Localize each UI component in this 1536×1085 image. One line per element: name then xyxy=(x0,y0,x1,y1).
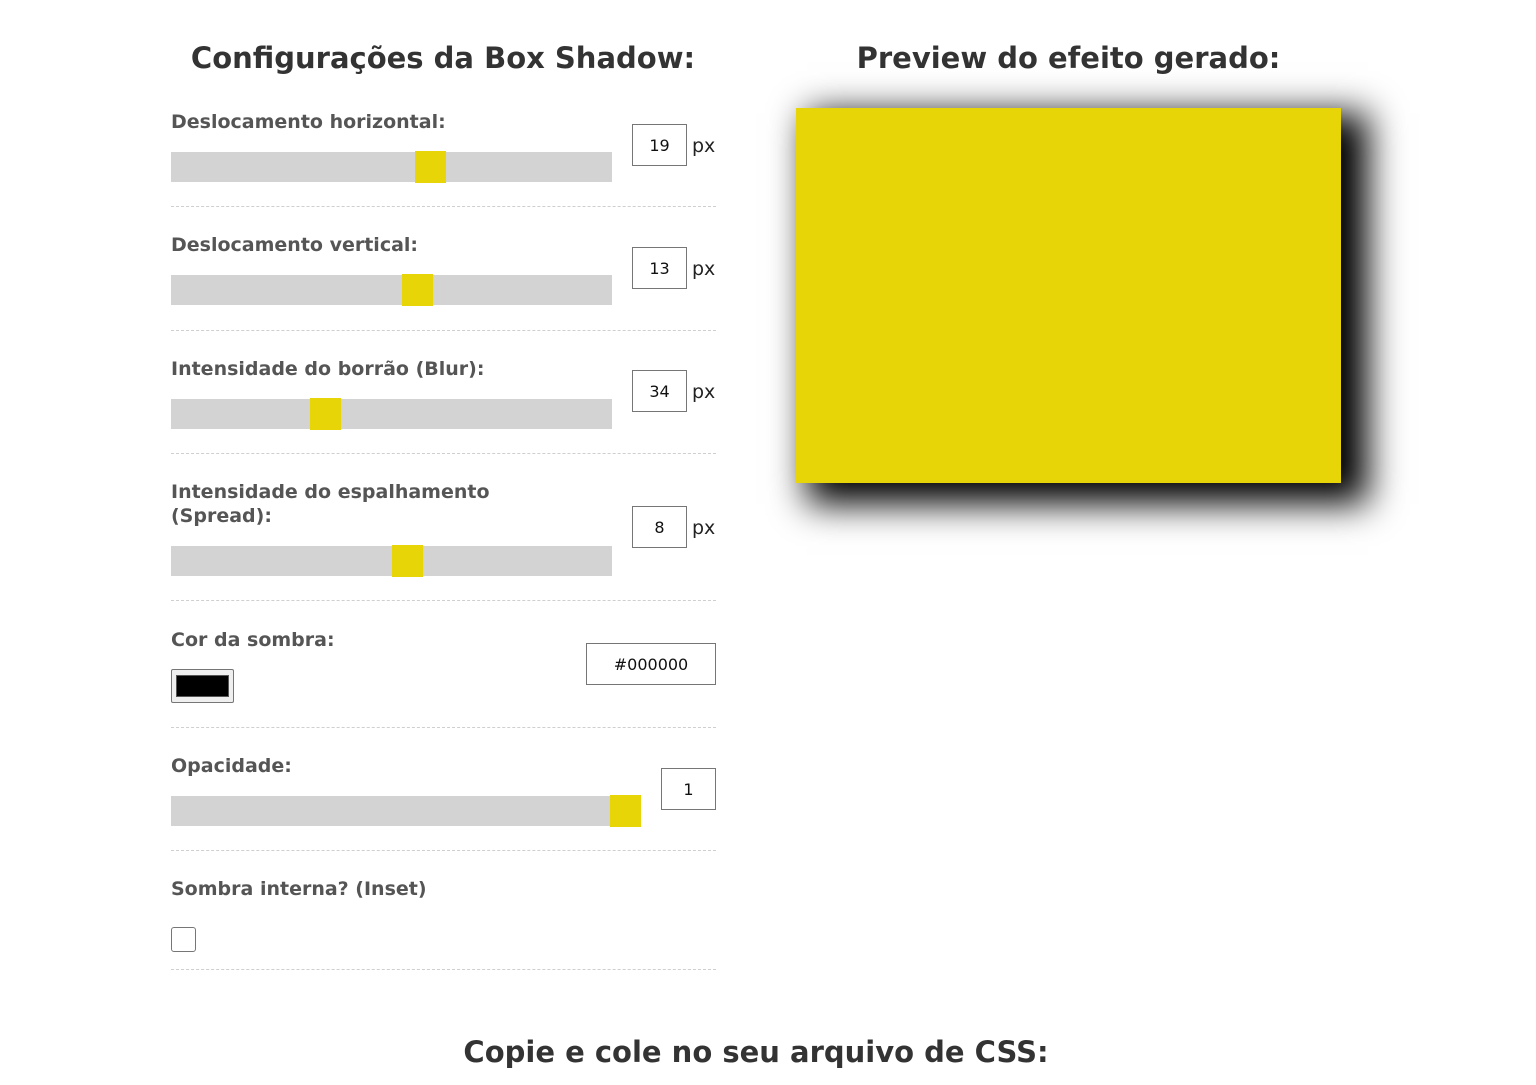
blur-slider[interactable] xyxy=(171,398,612,430)
vertical-offset-label: Deslocamento vertical: xyxy=(171,234,419,256)
shadow-color-picker[interactable] xyxy=(171,669,234,703)
vertical-offset-input[interactable]: 13 xyxy=(632,247,687,289)
inset-label: Sombra interna? (Inset) xyxy=(171,878,427,900)
opacity-slider[interactable] xyxy=(171,795,641,827)
spread-slider-thumb[interactable] xyxy=(392,545,423,577)
shadow-color-label: Cor da sombra: xyxy=(171,629,335,651)
shadow-color-hex-input[interactable]: #000000 xyxy=(586,643,716,685)
blur-label: Intensidade do borrão (Blur): xyxy=(171,358,485,380)
preview-box xyxy=(796,108,1341,483)
spread-slider[interactable] xyxy=(171,545,612,577)
horizontal-offset-input[interactable]: 19 xyxy=(632,124,687,166)
blur-unit: px xyxy=(692,381,716,403)
blur-input[interactable]: 34 xyxy=(632,370,687,412)
vertical-offset-unit: px xyxy=(692,258,716,280)
box-shadow-generator: Configurações da Box Shadow: Preview do … xyxy=(0,0,1536,1085)
spread-control: Intensidade do espalhamento (Spread): 8 … xyxy=(171,480,716,601)
vertical-offset-control: Deslocamento vertical: 13 px xyxy=(171,233,716,331)
spread-input[interactable]: 8 xyxy=(632,506,687,548)
horizontal-offset-control: Deslocamento horizontal: 19 px xyxy=(171,110,716,207)
shadow-color-control: Cor da sombra: #000000 xyxy=(171,628,716,728)
preview-title: Preview do efeito gerado: xyxy=(856,41,1281,75)
horizontal-offset-unit: px xyxy=(692,135,716,157)
config-title: Configurações da Box Shadow: xyxy=(190,41,696,75)
horizontal-offset-label: Deslocamento horizontal: xyxy=(171,111,446,133)
opacity-input[interactable]: 1 xyxy=(661,768,716,810)
opacity-slider-thumb[interactable] xyxy=(610,795,641,827)
opacity-control: Opacidade: 1 xyxy=(171,754,716,851)
copy-css-title: Copie e cole no seu arquivo de CSS: xyxy=(463,1035,1049,1069)
opacity-label: Opacidade: xyxy=(171,755,292,777)
vertical-offset-slider[interactable] xyxy=(171,274,612,306)
inset-checkbox[interactable] xyxy=(171,927,196,952)
blur-control: Intensidade do borrão (Blur): 34 px xyxy=(171,357,716,454)
horizontal-offset-slider[interactable] xyxy=(171,151,612,183)
spread-unit: px xyxy=(692,517,716,539)
vertical-offset-slider-thumb[interactable] xyxy=(402,274,433,306)
blur-slider-thumb[interactable] xyxy=(310,398,341,430)
inset-control: Sombra interna? (Inset) xyxy=(171,877,716,970)
horizontal-offset-slider-thumb[interactable] xyxy=(415,151,446,183)
shadow-color-swatch xyxy=(176,675,229,697)
spread-label: Intensidade do espalhamento (Spread): xyxy=(171,481,490,527)
